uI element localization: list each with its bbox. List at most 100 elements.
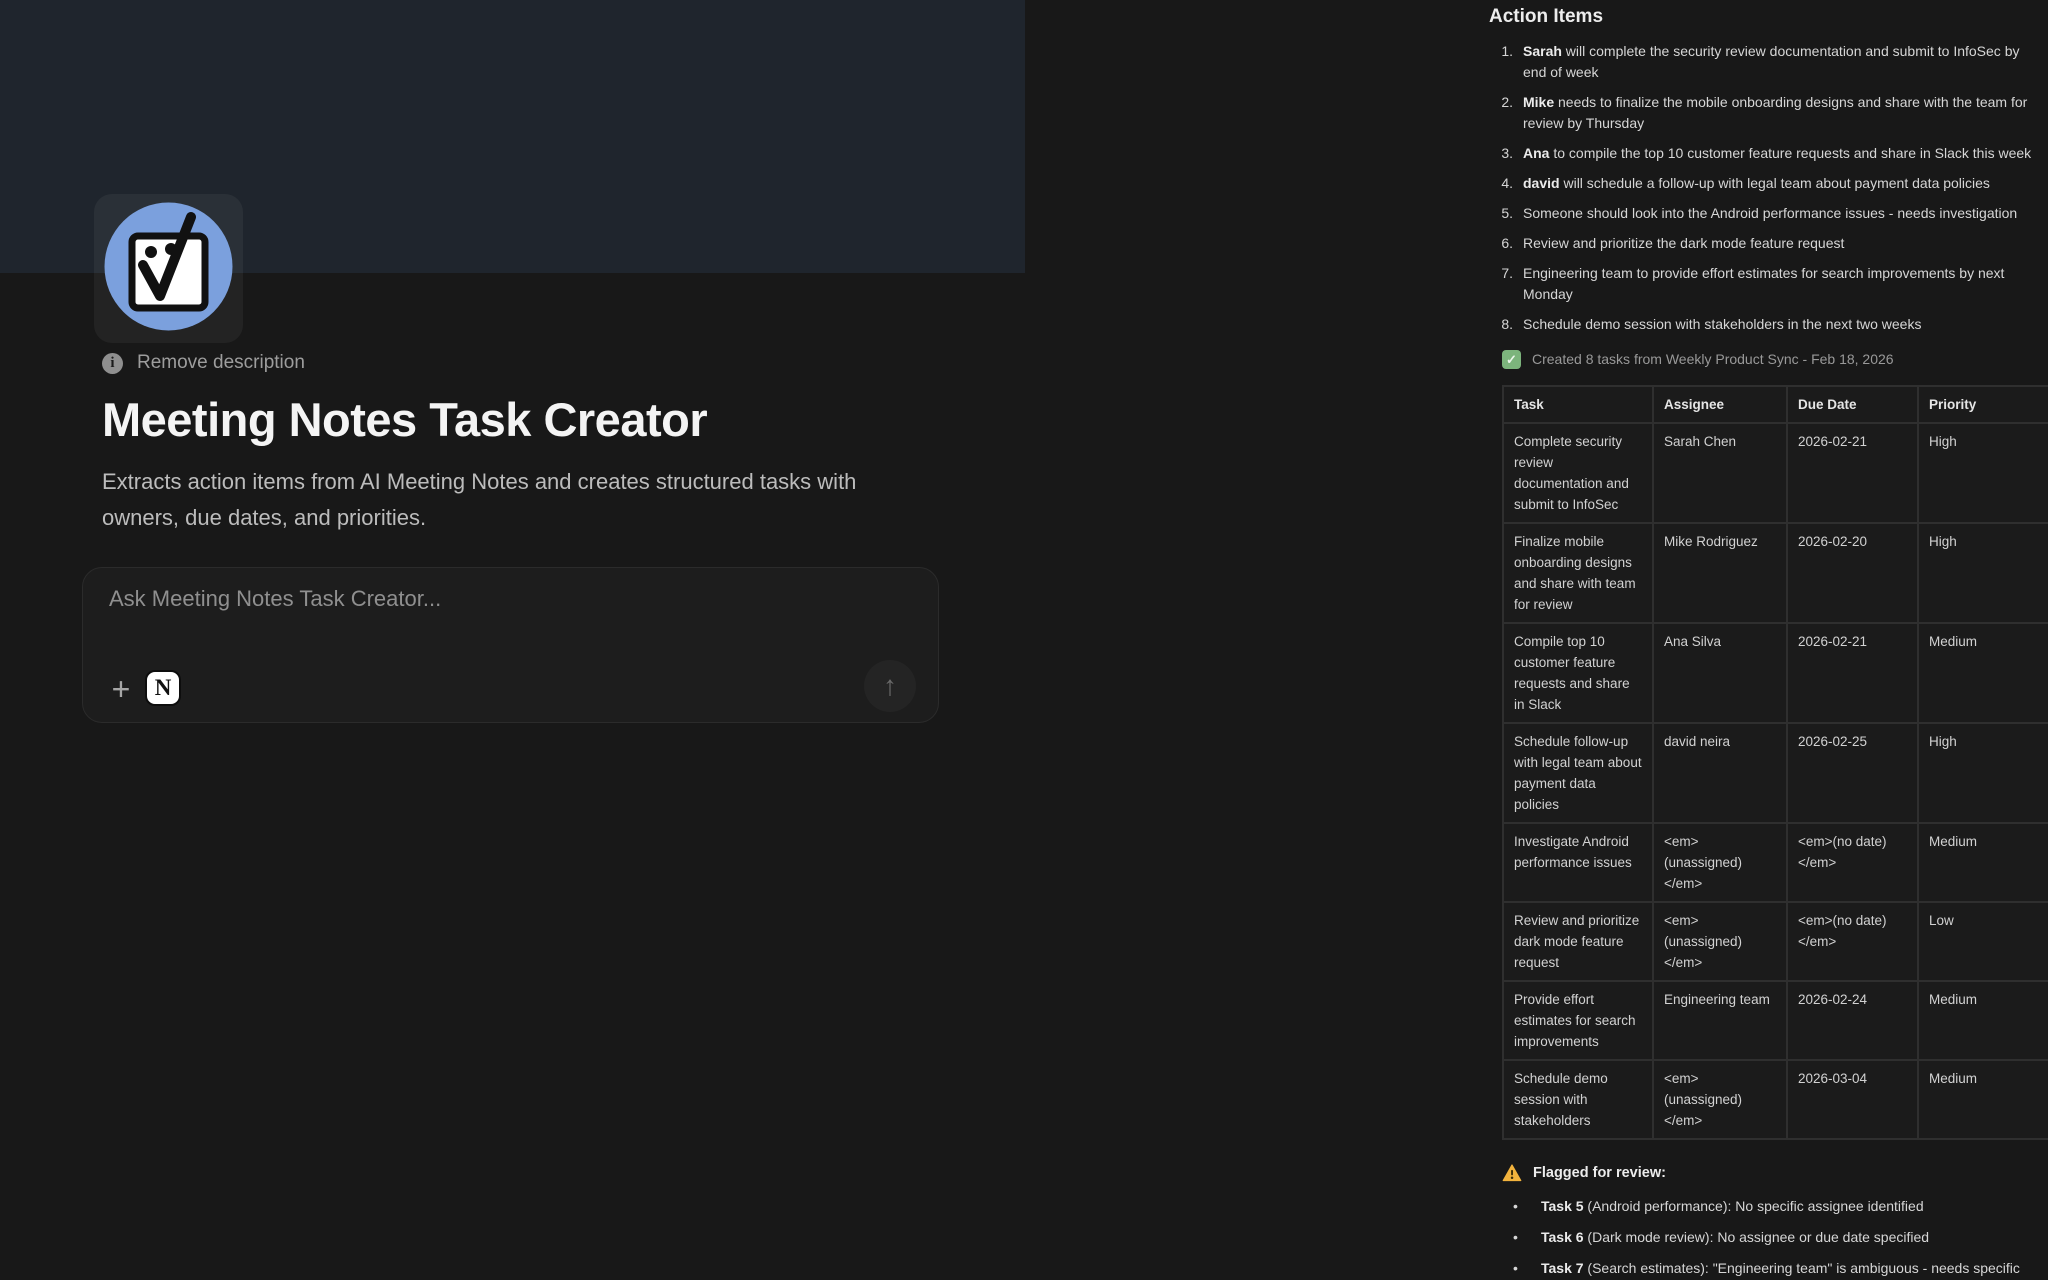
action-item-text: Mike needs to finalize the mobile onboar… bbox=[1523, 92, 2033, 134]
table-cell: Investigate Android performance issues bbox=[1503, 823, 1653, 902]
table-cell: High bbox=[1918, 723, 2048, 823]
bullet-icon: • bbox=[1513, 1258, 1527, 1280]
table-cell: Ana Silva bbox=[1653, 623, 1787, 723]
created-tasks-status: ✓ Created 8 tasks from Weekly Product Sy… bbox=[1502, 349, 2048, 369]
table-cell: Complete security review documentation a… bbox=[1503, 423, 1653, 523]
table-cell: <em>(unassigned)</em> bbox=[1653, 823, 1787, 902]
action-items-panel: Action Items 1.Sarah will complete the s… bbox=[1489, 6, 2048, 1280]
green-check-icon: ✓ bbox=[1502, 350, 1521, 369]
flagged-item-text: Task 5 (Android performance): No specifi… bbox=[1541, 1196, 2024, 1217]
action-item-number: 6. bbox=[1489, 233, 1513, 254]
table-row: Review and prioritize dark mode feature … bbox=[1503, 902, 2048, 981]
column-header-assignee: Assignee bbox=[1653, 386, 1787, 423]
column-header-task: Task bbox=[1503, 386, 1653, 423]
action-item: 6. Review and prioritize the dark mode fe… bbox=[1489, 233, 2048, 254]
send-button[interactable]: ↑ bbox=[864, 660, 916, 712]
info-icon: i bbox=[102, 353, 123, 374]
column-header-due-date: Due Date bbox=[1787, 386, 1918, 423]
table-cell: 2026-02-24 bbox=[1787, 981, 1918, 1060]
action-item-owner: Ana bbox=[1523, 145, 1549, 161]
flagged-task-ref: Task 6 bbox=[1541, 1229, 1584, 1245]
page-description[interactable]: Extracts action items from AI Meeting No… bbox=[102, 464, 902, 536]
action-item-owner: david bbox=[1523, 175, 1560, 191]
action-item-text: Engineering team to provide effort estim… bbox=[1523, 263, 2033, 305]
page-icon-button[interactable] bbox=[94, 194, 243, 343]
arrow-up-icon: ↑ bbox=[883, 670, 897, 702]
table-cell: Provide effort estimates for search impr… bbox=[1503, 981, 1653, 1060]
action-item-owner: Sarah bbox=[1523, 43, 1562, 59]
action-item-text: Ana to compile the top 10 customer featu… bbox=[1523, 143, 2033, 164]
table-cell: 2026-03-04 bbox=[1787, 1060, 1918, 1139]
flagged-section: Flagged for review: •Task 5 (Android per… bbox=[1489, 1163, 2048, 1280]
action-item-text: Someone should look into the Android per… bbox=[1523, 203, 2033, 224]
action-items-list: 1.Sarah will complete the security revie… bbox=[1489, 41, 2048, 335]
table-cell: Sarah Chen bbox=[1653, 423, 1787, 523]
tasks-table: TaskAssigneeDue DatePriority Complete se… bbox=[1502, 385, 2048, 1140]
table-cell: <em>(no date)</em> bbox=[1787, 823, 1918, 902]
action-item-text: Review and prioritize the dark mode feat… bbox=[1523, 233, 2033, 254]
table-cell: Medium bbox=[1918, 623, 2048, 723]
action-item-number: 3. bbox=[1489, 143, 1513, 164]
column-header-priority: Priority bbox=[1918, 386, 2048, 423]
flagged-task-ref: Task 7 bbox=[1541, 1260, 1584, 1276]
notion-agent-page: i Remove description Meeting Notes Task … bbox=[0, 0, 2048, 1280]
action-item-number: 2. bbox=[1489, 92, 1513, 134]
table-cell: Review and prioritize dark mode feature … bbox=[1503, 902, 1653, 981]
action-item-number: 1. bbox=[1489, 41, 1513, 83]
table-cell: Finalize mobile onboarding designs and s… bbox=[1503, 523, 1653, 623]
table-cell: Schedule follow-up with legal team about… bbox=[1503, 723, 1653, 823]
flagged-item-text: Task 7 (Search estimates): "Engineering … bbox=[1541, 1258, 2024, 1280]
table-row: Investigate Android performance issues<e… bbox=[1503, 823, 2048, 902]
flagged-item: •Task 5 (Android performance): No specif… bbox=[1489, 1196, 2048, 1217]
table-cell: <em>(no date)</em> bbox=[1787, 902, 1918, 981]
table-cell: Compile top 10 customer feature requests… bbox=[1503, 623, 1653, 723]
action-item-text: david will schedule a follow-up with leg… bbox=[1523, 173, 2033, 194]
flagged-item-text: Task 6 (Dark mode review): No assignee o… bbox=[1541, 1227, 2024, 1248]
attach-plus-button[interactable]: + bbox=[103, 670, 139, 708]
ask-input-box[interactable]: Ask Meeting Notes Task Creator... + N ↑ bbox=[82, 567, 939, 723]
table-cell: Schedule demo session with stakeholders bbox=[1503, 1060, 1653, 1139]
table-cell: Low bbox=[1918, 902, 2048, 981]
table-cell: 2026-02-25 bbox=[1787, 723, 1918, 823]
action-item-text: Sarah will complete the security review … bbox=[1523, 41, 2033, 83]
table-cell: Medium bbox=[1918, 823, 2048, 902]
plus-icon: + bbox=[112, 671, 131, 708]
created-tasks-text: Created 8 tasks from Weekly Product Sync… bbox=[1532, 349, 1894, 369]
meeting-notes-check-icon bbox=[102, 200, 235, 338]
table-cell: High bbox=[1918, 423, 2048, 523]
notion-icon: N bbox=[155, 675, 172, 701]
table-cell: 2026-02-21 bbox=[1787, 623, 1918, 723]
action-item: 7.Engineering team to provide effort est… bbox=[1489, 263, 2048, 305]
table-row: Complete security review documentation a… bbox=[1503, 423, 2048, 523]
table-cell: High bbox=[1918, 523, 2048, 623]
table-cell: <em>(unassigned)</em> bbox=[1653, 902, 1787, 981]
table-cell: 2026-02-21 bbox=[1787, 423, 1918, 523]
action-item-number: 7. bbox=[1489, 263, 1513, 305]
action-items-heading: Action Items bbox=[1489, 6, 2048, 28]
ask-input-placeholder: Ask Meeting Notes Task Creator... bbox=[109, 586, 441, 612]
page-title[interactable]: Meeting Notes Task Creator bbox=[102, 392, 707, 447]
notion-scope-button[interactable]: N bbox=[145, 670, 181, 706]
flagged-task-ref: Task 5 bbox=[1541, 1198, 1584, 1214]
action-item: 1.Sarah will complete the security revie… bbox=[1489, 41, 2048, 83]
table-cell: Mike Rodriguez bbox=[1653, 523, 1787, 623]
action-item-number: 4. bbox=[1489, 173, 1513, 194]
action-item: 5. Someone should look into the Android p… bbox=[1489, 203, 2048, 224]
action-item: 8.Schedule demo session with stakeholder… bbox=[1489, 314, 2048, 335]
table-cell: Medium bbox=[1918, 981, 2048, 1060]
action-item-number: 5. bbox=[1489, 203, 1513, 224]
table-row: Schedule follow-up with legal team about… bbox=[1503, 723, 2048, 823]
table-row: Provide effort estimates for search impr… bbox=[1503, 981, 2048, 1060]
flagged-item: • Task 6 (Dark mode review): No assignee … bbox=[1489, 1227, 2048, 1248]
flagged-list: • Task 5 (Android performance): No specif… bbox=[1489, 1196, 2048, 1280]
flagged-item: • Task 7 (Search estimates): "Engineering… bbox=[1489, 1258, 2048, 1280]
table-row: Compile top 10 customer feature requests… bbox=[1503, 623, 2048, 723]
table-cell: 2026-02-20 bbox=[1787, 523, 1918, 623]
table-cell: david neira bbox=[1653, 723, 1787, 823]
table-row: Finalize mobile onboarding designs and s… bbox=[1503, 523, 2048, 623]
remove-description-button[interactable]: i Remove description bbox=[102, 352, 305, 374]
table-cell: Medium bbox=[1918, 1060, 2048, 1139]
action-item-owner: Mike bbox=[1523, 94, 1554, 110]
action-item: 4. david will schedule a follow-up with l… bbox=[1489, 173, 2048, 194]
bullet-icon: • bbox=[1513, 1227, 1527, 1248]
